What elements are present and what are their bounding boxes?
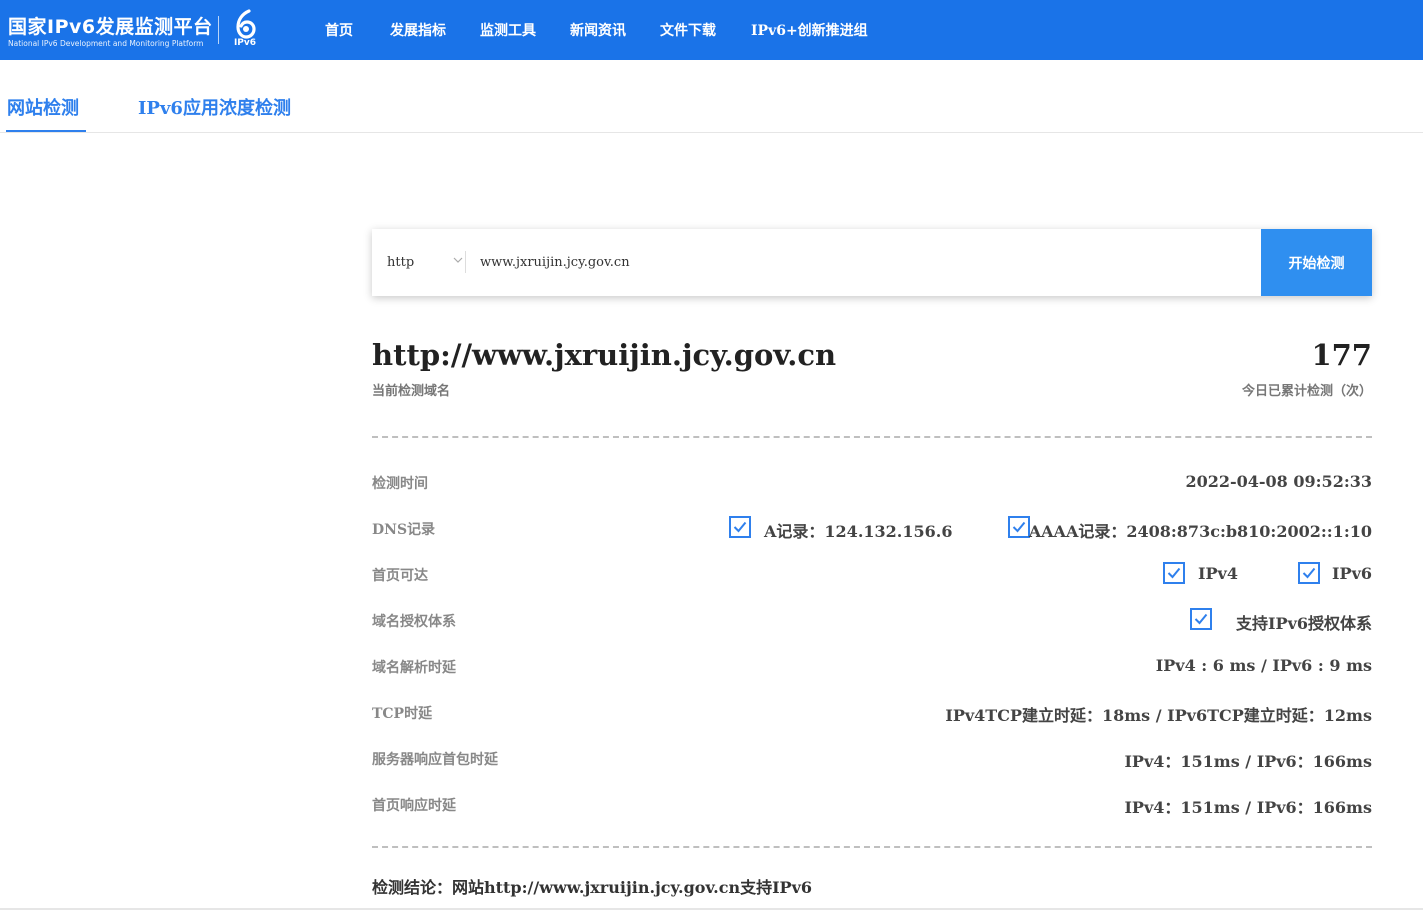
row-label: 首页响应时延 xyxy=(372,798,456,814)
ipv6-reachable-label: IPv6 xyxy=(1332,564,1372,583)
active-tab-indicator xyxy=(6,130,86,132)
divider-bottom xyxy=(372,846,1372,848)
row-homepage-latency: 首页响应时延 IPv4：151ms / IPv6：166ms xyxy=(372,792,1372,818)
ipv6-auth-label: 支持IPv6授权体系 xyxy=(1236,614,1372,633)
checked-domain: http://www.jxruijin.jcy.gov.cn xyxy=(372,338,837,372)
ipv4-reachable-check-icon xyxy=(1163,562,1185,584)
row-dns-latency: 域名解析时延 IPv4 : 6 ms / IPv6 : 9 ms xyxy=(372,654,1372,680)
start-check-button[interactable]: 开始检测 xyxy=(1261,229,1372,296)
top-header: 国家IPv6发展监测平台 National IPv6 Development a… xyxy=(0,0,1423,60)
check-time-value: 2022-04-08 09:52:33 xyxy=(1185,472,1372,491)
bottom-border xyxy=(0,908,1423,910)
logo-subtitle: National IPv6 Development and Monitoring… xyxy=(8,39,204,48)
row-label: DNS记录 xyxy=(372,522,436,538)
ipv6-auth-check-icon xyxy=(1190,608,1212,630)
today-check-count-caption: 今日已累计检测（次） xyxy=(1241,384,1372,399)
aaaa-record-check-icon xyxy=(1008,516,1030,538)
nav-monitoring-tools[interactable]: 监测工具 xyxy=(480,20,536,40)
check-conclusion: 检测结论：网站http://www.jxruijin.jcy.gov.cn支持I… xyxy=(372,878,813,897)
protocol-select[interactable]: http xyxy=(387,229,467,296)
row-homepage-reachable: 首页可达 IPv4 IPv6 xyxy=(372,562,1372,588)
search-divider xyxy=(465,251,466,273)
row-label: TCP时延 xyxy=(372,706,433,722)
chevron-down-icon xyxy=(453,257,463,263)
nav-home[interactable]: 首页 xyxy=(325,20,353,40)
logo-mark-label: IPv6 xyxy=(233,38,257,48)
tcp-latency-value: IPv4TCP建立时延：18ms / IPv6TCP建立时延：12ms xyxy=(945,706,1372,725)
row-label: 首页可达 xyxy=(372,568,428,584)
dns-latency-value: IPv4 : 6 ms / IPv6 : 9 ms xyxy=(1155,656,1372,675)
nav-ipv6-plus[interactable]: IPv6+创新推进组 xyxy=(751,20,868,40)
row-label: 域名解析时延 xyxy=(372,660,456,676)
tab-website-check[interactable]: 网站检测 xyxy=(7,94,79,120)
logo-title: 国家IPv6发展监测平台 xyxy=(8,16,213,38)
checked-domain-caption: 当前检测域名 xyxy=(372,384,451,399)
nav-development-indicators[interactable]: 发展指标 xyxy=(390,20,446,40)
logo-divider xyxy=(218,16,219,44)
domain-input[interactable] xyxy=(480,247,1240,277)
today-check-count: 177 xyxy=(1311,338,1372,372)
nav-downloads[interactable]: 文件下载 xyxy=(660,20,716,40)
ipv6-reachable-check-icon xyxy=(1298,562,1320,584)
divider-top xyxy=(372,436,1372,438)
row-dns: DNS记录 A记录：124.132.156.6 AAAA记录：2408:873c… xyxy=(372,516,1372,542)
tabs-bar: 网站检测 IPv6应用浓度检测 xyxy=(0,80,1423,133)
site-logo[interactable]: 国家IPv6发展监测平台 National IPv6 Development a… xyxy=(8,10,218,50)
row-check-time: 检测时间 2022-04-08 09:52:33 xyxy=(372,470,1372,496)
homepage-latency-value: IPv4：151ms / IPv6：166ms xyxy=(1124,798,1372,817)
nav-news[interactable]: 新闻资讯 xyxy=(570,20,626,40)
row-label: 检测时间 xyxy=(372,476,428,492)
tab-ipv6-app-density[interactable]: IPv6应用浓度检测 xyxy=(138,94,291,120)
ipv6-logo-icon: IPv6 xyxy=(230,8,260,52)
a-record-value: A记录：124.132.156.6 xyxy=(764,522,953,541)
ipv4-reachable-label: IPv4 xyxy=(1198,564,1238,583)
aaaa-record-value: AAAA记录：2408:873c:b810:2002::1:10 xyxy=(1028,522,1372,541)
search-box: http 开始检测 xyxy=(372,229,1372,296)
row-label: 域名授权体系 xyxy=(372,614,456,630)
protocol-value: http xyxy=(387,255,415,270)
row-first-packet-latency: 服务器响应首包时延 IPv4：151ms / IPv6：166ms xyxy=(372,746,1372,772)
row-domain-auth: 域名授权体系 支持IPv6授权体系 xyxy=(372,608,1372,634)
row-label: 服务器响应首包时延 xyxy=(372,752,498,768)
row-tcp-latency: TCP时延 IPv4TCP建立时延：18ms / IPv6TCP建立时延：12m… xyxy=(372,700,1372,726)
first-packet-latency-value: IPv4：151ms / IPv6：166ms xyxy=(1124,752,1372,771)
a-record-check-icon xyxy=(729,516,751,538)
